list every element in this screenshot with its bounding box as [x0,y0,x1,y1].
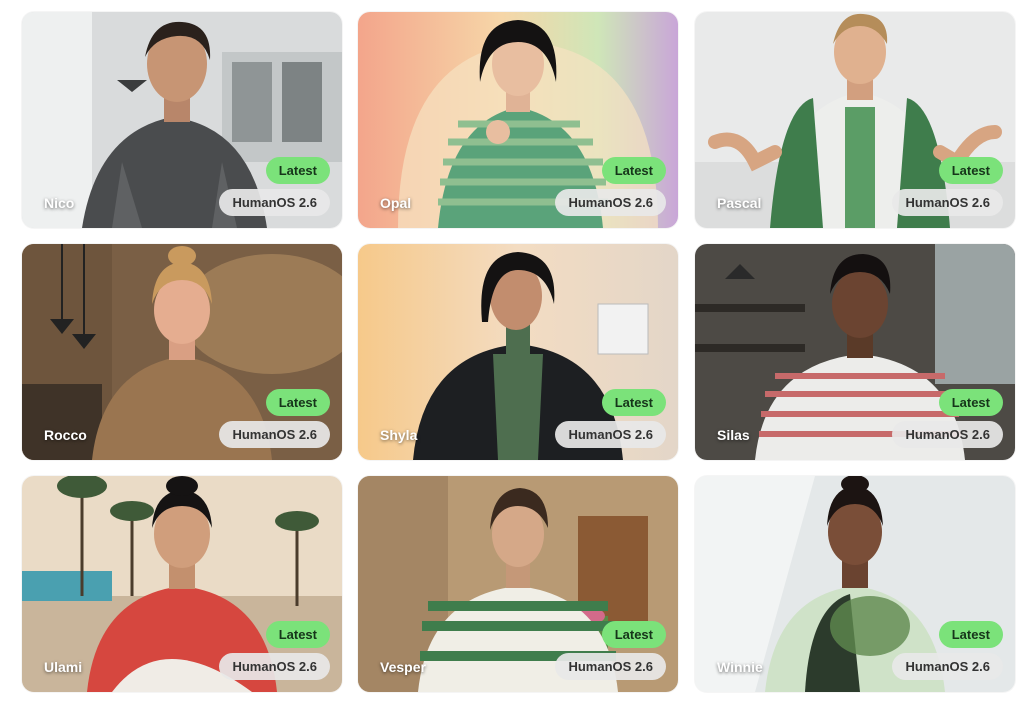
avatar-card-vesper[interactable]: Vesper Latest HumanOS 2.6 [358,476,678,692]
version-badge: HumanOS 2.6 [555,653,666,680]
avatar-card-silas[interactable]: Silas Latest HumanOS 2.6 [695,244,1015,460]
avatar-card-winnie[interactable]: Winnie Latest HumanOS 2.6 [695,476,1015,692]
avatar-name: Rocco [44,427,87,443]
version-badge: HumanOS 2.6 [892,421,1003,448]
latest-badge: Latest [938,389,1003,416]
avatar-grid: Nico Latest HumanOS 2.6 Opal Latest Huma… [0,0,1024,705]
latest-badge: Latest [601,157,666,184]
version-badge: HumanOS 2.6 [892,189,1003,216]
version-badge: HumanOS 2.6 [555,421,666,448]
avatar-card-opal[interactable]: Opal Latest HumanOS 2.6 [358,12,678,228]
latest-badge: Latest [938,157,1003,184]
version-badge: HumanOS 2.6 [219,653,330,680]
avatar-name: Shyla [380,427,418,443]
avatar-name: Ulami [44,659,83,675]
latest-badge: Latest [601,621,666,648]
version-badge: HumanOS 2.6 [555,189,666,216]
avatar-name: Winnie [717,659,763,675]
avatar-name: Pascal [717,195,762,211]
avatar-name: Vesper [380,659,426,675]
latest-badge: Latest [938,621,1003,648]
avatar-card-nico[interactable]: Nico Latest HumanOS 2.6 [22,12,342,228]
latest-badge: Latest [601,389,666,416]
avatar-name: Opal [380,195,412,211]
latest-badge: Latest [265,389,330,416]
avatar-card-ulami[interactable]: Ulami Latest HumanOS 2.6 [22,476,342,692]
version-badge: HumanOS 2.6 [219,189,330,216]
avatar-name: Nico [44,195,75,211]
latest-badge: Latest [265,157,330,184]
version-badge: HumanOS 2.6 [892,653,1003,680]
avatar-card-rocco[interactable]: Rocco Latest HumanOS 2.6 [22,244,342,460]
avatar-card-pascal[interactable]: Pascal Latest HumanOS 2.6 [695,12,1015,228]
avatar-name: Silas [717,427,750,443]
avatar-card-shyla[interactable]: Shyla Latest HumanOS 2.6 [358,244,678,460]
latest-badge: Latest [265,621,330,648]
version-badge: HumanOS 2.6 [219,421,330,448]
